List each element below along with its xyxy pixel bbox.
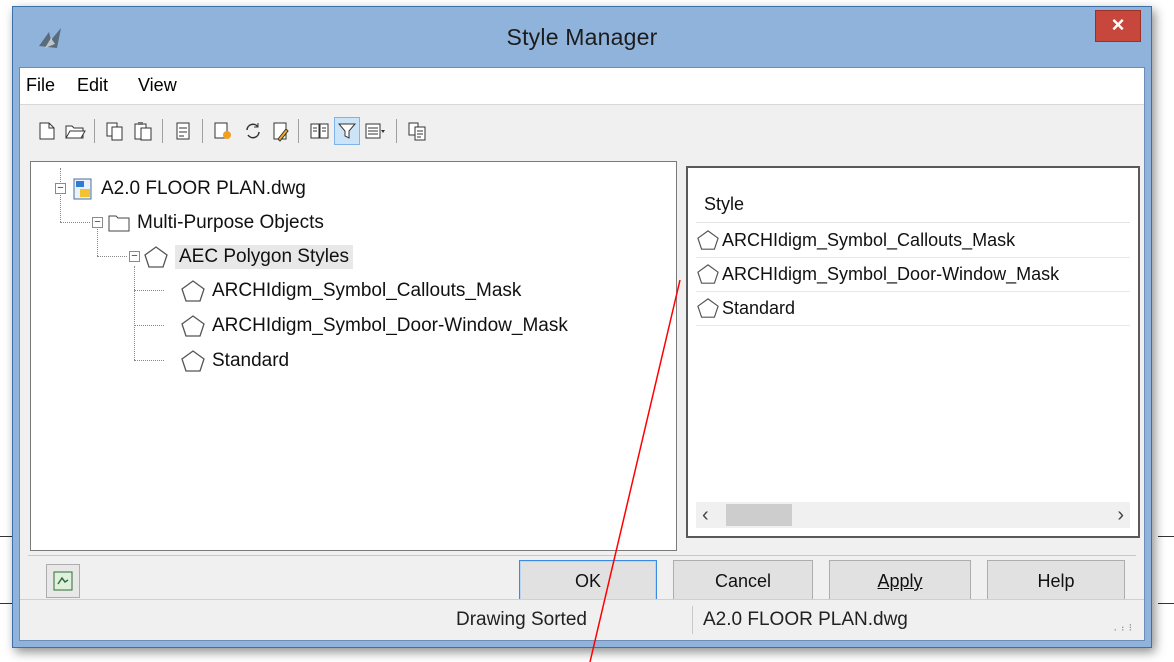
list-item-label: ARCHIdigm_Symbol_Callouts_Mask xyxy=(722,229,1016,250)
style-manager-window: Style Manager × File Edit View − − − A2.… xyxy=(12,6,1152,648)
window-title: Style Manager xyxy=(506,24,658,50)
polygon-icon xyxy=(697,298,719,318)
drawing-file-icon xyxy=(73,178,92,200)
tree-connector xyxy=(60,222,90,223)
help-button[interactable]: Help xyxy=(987,560,1125,602)
tree-connector xyxy=(97,256,127,257)
tree-node-drawing[interactable]: A2.0 FLOOR PLAN.dwg xyxy=(71,174,306,204)
synchronize-icon[interactable] xyxy=(240,117,266,145)
tree-connector xyxy=(134,290,164,291)
polygon-icon xyxy=(181,280,205,302)
client-area: File Edit View − − − A2.0 FLOOR PLAN.dwg… xyxy=(19,67,1145,641)
toolbar xyxy=(20,105,1144,159)
tree-connector xyxy=(134,325,164,326)
tree-node-style[interactable]: Standard xyxy=(180,346,289,376)
toggle-view-icon[interactable] xyxy=(306,117,332,145)
status-sort-mode: Drawing Sorted xyxy=(456,609,587,630)
menu-file[interactable]: File xyxy=(26,75,55,96)
left-guide-line-top xyxy=(0,536,12,537)
polygon-icon xyxy=(181,315,205,337)
tree-connector xyxy=(134,360,164,361)
apply-button-label: Apply xyxy=(877,571,923,591)
apply-button[interactable]: Apply xyxy=(829,560,971,602)
view-options-icon[interactable] xyxy=(362,117,388,145)
ok-button[interactable]: OK xyxy=(519,560,657,602)
list-item-label: ARCHIdigm_Symbol_Door-Window_Mask xyxy=(722,263,1060,284)
expander-minus-icon[interactable]: − xyxy=(129,251,140,262)
scroll-right-icon[interactable]: › xyxy=(1117,504,1124,527)
list-item-label: Standard xyxy=(722,297,796,318)
toolbar-separator xyxy=(202,119,203,143)
new-style-icon[interactable] xyxy=(210,117,236,145)
tree-node-label: A2.0 FLOOR PLAN.dwg xyxy=(101,178,306,199)
close-button[interactable]: × xyxy=(1095,10,1141,42)
toolbar-separator xyxy=(162,119,163,143)
tree-node-label: ARCHIdigm_Symbol_Door-Window_Mask xyxy=(212,315,568,336)
left-guide-line-bottom xyxy=(0,603,12,604)
right-guide-line-bottom xyxy=(1158,603,1174,604)
copy-icon[interactable] xyxy=(102,117,128,145)
expander-minus-icon[interactable]: − xyxy=(92,217,103,228)
folder-icon xyxy=(108,215,130,232)
menu-bar: File Edit View xyxy=(20,68,1144,105)
inline-edit-icon[interactable] xyxy=(404,117,430,145)
tree-node-label: ARCHIdigm_Symbol_Callouts_Mask xyxy=(212,280,522,301)
tree-node-style-type[interactable]: AEC Polygon Styles xyxy=(143,242,354,272)
toggle-drawing-view-button[interactable] xyxy=(46,564,80,598)
cancel-button[interactable]: Cancel xyxy=(673,560,813,602)
style-list-panel: Style ARCHIdigm_Symbol_Callouts_Mask ARC… xyxy=(686,166,1140,538)
tree-node-label: AEC Polygon Styles xyxy=(175,245,354,269)
polygon-icon xyxy=(697,264,719,284)
status-bar: Drawing Sorted A2.0 FLOOR PLAN.dwg ⠄⠆⠇ xyxy=(20,599,1144,640)
tree-node-style[interactable]: ARCHIdigm_Symbol_Door-Window_Mask xyxy=(180,311,568,341)
edit-style-icon[interactable] xyxy=(268,117,294,145)
style-tree-panel: − − − A2.0 FLOOR PLAN.dwg Multi-Purpose … xyxy=(30,161,677,551)
column-header-style: Style xyxy=(704,194,745,214)
polygon-icon xyxy=(697,230,719,250)
menu-view[interactable]: View xyxy=(138,75,177,96)
horizontal-scrollbar[interactable]: ‹ › xyxy=(696,502,1130,528)
list-column-header[interactable]: Style xyxy=(696,178,1130,223)
right-guide-line-top xyxy=(1158,536,1174,537)
tree-connector xyxy=(134,266,135,360)
toolbar-separator xyxy=(298,119,299,143)
tree-connector xyxy=(60,192,61,222)
purge-icon[interactable] xyxy=(170,117,196,145)
filter-style-type-icon[interactable] xyxy=(334,117,360,145)
scroll-left-icon[interactable]: ‹ xyxy=(702,504,709,527)
list-item[interactable]: ARCHIdigm_Symbol_Door-Window_Mask xyxy=(696,257,1130,292)
tree-node-category[interactable]: Multi-Purpose Objects xyxy=(107,208,324,238)
list-item[interactable]: ARCHIdigm_Symbol_Callouts_Mask xyxy=(696,223,1130,258)
title-bar[interactable]: Style Manager × xyxy=(13,7,1151,67)
toolbar-separator xyxy=(396,119,397,143)
paste-icon[interactable] xyxy=(130,117,156,145)
tree-node-label: Standard xyxy=(212,350,290,371)
open-icon[interactable] xyxy=(62,117,88,145)
polygon-icon xyxy=(144,246,168,268)
list-item[interactable]: Standard xyxy=(696,291,1130,326)
expander-minus-icon[interactable]: − xyxy=(55,183,66,194)
new-icon[interactable] xyxy=(34,117,60,145)
resize-grip-icon[interactable]: ⠄⠆⠇ xyxy=(1113,623,1136,634)
menu-edit[interactable]: Edit xyxy=(77,75,108,96)
polygon-icon xyxy=(181,350,205,372)
scrollbar-thumb[interactable] xyxy=(726,504,792,526)
divider xyxy=(28,555,1136,556)
status-file-name: A2.0 FLOOR PLAN.dwg xyxy=(692,606,1092,634)
tree-node-style[interactable]: ARCHIdigm_Symbol_Callouts_Mask xyxy=(180,276,521,306)
drawing-view-icon xyxy=(53,571,73,591)
toolbar-separator xyxy=(94,119,95,143)
tree-node-label: Multi-Purpose Objects xyxy=(137,212,324,233)
